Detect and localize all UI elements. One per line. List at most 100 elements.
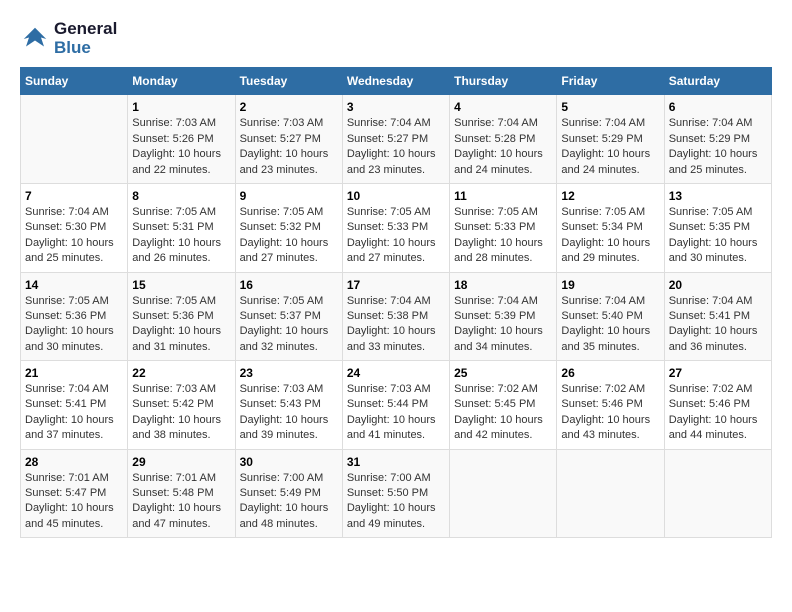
day-number: 14: [25, 278, 123, 292]
calendar-day-cell: 12 Sunrise: 7:05 AMSunset: 5:34 PMDayligh…: [557, 183, 664, 272]
day-info: Sunrise: 7:05 AMSunset: 5:37 PMDaylight:…: [240, 294, 338, 356]
calendar-day-cell: 30 Sunrise: 7:00 AMSunset: 5:49 PMDayligh…: [235, 449, 342, 538]
calendar-week-row: 14 Sunrise: 7:05 AMSunset: 5:36 PMDayligh…: [21, 272, 772, 361]
calendar-day-cell: 7 Sunrise: 7:04 AMSunset: 5:30 PMDaylight…: [21, 183, 128, 272]
calendar-day-cell: 25 Sunrise: 7:02 AMSunset: 5:45 PMDayligh…: [450, 361, 557, 450]
day-number: 12: [561, 189, 659, 203]
day-of-week-header: Monday: [128, 68, 235, 95]
day-info: Sunrise: 7:04 AMSunset: 5:28 PMDaylight:…: [454, 116, 552, 178]
day-number: 1: [132, 100, 230, 114]
day-number: 10: [347, 189, 445, 203]
calendar-day-cell: 3 Sunrise: 7:04 AMSunset: 5:27 PMDaylight…: [342, 95, 449, 184]
day-info: Sunrise: 7:04 AMSunset: 5:30 PMDaylight:…: [25, 205, 123, 267]
day-info: Sunrise: 7:05 AMSunset: 5:32 PMDaylight:…: [240, 205, 338, 267]
logo: General Blue: [20, 20, 117, 57]
day-number: 17: [347, 278, 445, 292]
calendar-day-cell: [450, 449, 557, 538]
calendar-day-cell: 31 Sunrise: 7:00 AMSunset: 5:50 PMDayligh…: [342, 449, 449, 538]
calendar-day-cell: 24Sunrise: 7:03 AMSunset: 5:44 PMDayligh…: [342, 361, 449, 450]
day-number: 27: [669, 366, 767, 380]
day-info: Sunrise: 7:03 AMSunset: 5:27 PMDaylight:…: [240, 116, 338, 178]
calendar-day-cell: 10 Sunrise: 7:05 AMSunset: 5:33 PMDayligh…: [342, 183, 449, 272]
day-info: Sunrise: 7:04 AMSunset: 5:27 PMDaylight:…: [347, 116, 445, 178]
calendar-week-row: 28 Sunrise: 7:01 AMSunset: 5:47 PMDayligh…: [21, 449, 772, 538]
day-number: 5: [561, 100, 659, 114]
day-number: 19: [561, 278, 659, 292]
day-info: Sunrise: 7:04 AMSunset: 5:29 PMDaylight:…: [669, 116, 767, 178]
calendar-day-cell: 14 Sunrise: 7:05 AMSunset: 5:36 PMDayligh…: [21, 272, 128, 361]
day-info: Sunrise: 7:04 AMSunset: 5:38 PMDaylight:…: [347, 294, 445, 356]
day-info: Sunrise: 7:05 AMSunset: 5:33 PMDaylight:…: [454, 205, 552, 267]
day-of-week-header: Tuesday: [235, 68, 342, 95]
calendar-day-cell: 22Sunrise: 7:03 AMSunset: 5:42 PMDayligh…: [128, 361, 235, 450]
calendar-day-cell: 19 Sunrise: 7:04 AMSunset: 5:40 PMDayligh…: [557, 272, 664, 361]
day-number: 15: [132, 278, 230, 292]
day-info: Sunrise: 7:03 AMSunset: 5:42 PMDaylight:…: [132, 382, 230, 444]
day-info: Sunrise: 7:05 AMSunset: 5:34 PMDaylight:…: [561, 205, 659, 267]
day-info: Sunrise: 7:04 AMSunset: 5:39 PMDaylight:…: [454, 294, 552, 356]
day-number: 23: [240, 366, 338, 380]
calendar-day-cell: [664, 449, 771, 538]
day-number: 18: [454, 278, 552, 292]
day-number: 7: [25, 189, 123, 203]
logo-text: General Blue: [54, 20, 117, 57]
calendar-day-cell: 16Sunrise: 7:05 AMSunset: 5:37 PMDayligh…: [235, 272, 342, 361]
calendar-day-cell: 18 Sunrise: 7:04 AMSunset: 5:39 PMDayligh…: [450, 272, 557, 361]
day-of-week-header: Friday: [557, 68, 664, 95]
day-number: 4: [454, 100, 552, 114]
day-number: 29: [132, 455, 230, 469]
calendar-day-cell: [21, 95, 128, 184]
day-number: 2: [240, 100, 338, 114]
day-number: 31: [347, 455, 445, 469]
calendar-day-cell: 5 Sunrise: 7:04 AMSunset: 5:29 PMDaylight…: [557, 95, 664, 184]
calendar-day-cell: 21Sunrise: 7:04 AMSunset: 5:41 PMDayligh…: [21, 361, 128, 450]
day-number: 21: [25, 366, 123, 380]
day-info: Sunrise: 7:00 AMSunset: 5:49 PMDaylight:…: [240, 471, 338, 533]
day-info: Sunrise: 7:02 AMSunset: 5:45 PMDaylight:…: [454, 382, 552, 444]
day-info: Sunrise: 7:03 AMSunset: 5:26 PMDaylight:…: [132, 116, 230, 178]
calendar-header-row: SundayMondayTuesdayWednesdayThursdayFrid…: [21, 68, 772, 95]
calendar-week-row: 21Sunrise: 7:04 AMSunset: 5:41 PMDayligh…: [21, 361, 772, 450]
calendar-day-cell: 1 Sunrise: 7:03 AMSunset: 5:26 PMDaylight…: [128, 95, 235, 184]
calendar-day-cell: 17 Sunrise: 7:04 AMSunset: 5:38 PMDayligh…: [342, 272, 449, 361]
calendar-day-cell: 4 Sunrise: 7:04 AMSunset: 5:28 PMDaylight…: [450, 95, 557, 184]
calendar-day-cell: 8 Sunrise: 7:05 AMSunset: 5:31 PMDaylight…: [128, 183, 235, 272]
calendar-day-cell: 2 Sunrise: 7:03 AMSunset: 5:27 PMDaylight…: [235, 95, 342, 184]
calendar-day-cell: 11Sunrise: 7:05 AMSunset: 5:33 PMDayligh…: [450, 183, 557, 272]
day-info: Sunrise: 7:05 AMSunset: 5:35 PMDaylight:…: [669, 205, 767, 267]
calendar-day-cell: 13 Sunrise: 7:05 AMSunset: 5:35 PMDayligh…: [664, 183, 771, 272]
day-info: Sunrise: 7:02 AMSunset: 5:46 PMDaylight:…: [561, 382, 659, 444]
calendar-day-cell: 27Sunrise: 7:02 AMSunset: 5:46 PMDayligh…: [664, 361, 771, 450]
day-number: 8: [132, 189, 230, 203]
day-number: 26: [561, 366, 659, 380]
day-number: 24: [347, 366, 445, 380]
calendar-day-cell: 20Sunrise: 7:04 AMSunset: 5:41 PMDayligh…: [664, 272, 771, 361]
day-info: Sunrise: 7:01 AMSunset: 5:48 PMDaylight:…: [132, 471, 230, 533]
calendar-day-cell: 26 Sunrise: 7:02 AMSunset: 5:46 PMDayligh…: [557, 361, 664, 450]
day-info: Sunrise: 7:04 AMSunset: 5:29 PMDaylight:…: [561, 116, 659, 178]
day-info: Sunrise: 7:05 AMSunset: 5:33 PMDaylight:…: [347, 205, 445, 267]
day-number: 30: [240, 455, 338, 469]
day-info: Sunrise: 7:04 AMSunset: 5:40 PMDaylight:…: [561, 294, 659, 356]
day-info: Sunrise: 7:00 AMSunset: 5:50 PMDaylight:…: [347, 471, 445, 533]
calendar-day-cell: 6Sunrise: 7:04 AMSunset: 5:29 PMDaylight…: [664, 95, 771, 184]
day-info: Sunrise: 7:01 AMSunset: 5:47 PMDaylight:…: [25, 471, 123, 533]
day-info: Sunrise: 7:04 AMSunset: 5:41 PMDaylight:…: [669, 294, 767, 356]
calendar-week-row: 1 Sunrise: 7:03 AMSunset: 5:26 PMDaylight…: [21, 95, 772, 184]
calendar-day-cell: 9 Sunrise: 7:05 AMSunset: 5:32 PMDaylight…: [235, 183, 342, 272]
calendar-day-cell: 15 Sunrise: 7:05 AMSunset: 5:36 PMDayligh…: [128, 272, 235, 361]
day-number: 28: [25, 455, 123, 469]
calendar-day-cell: [557, 449, 664, 538]
calendar-day-cell: 23 Sunrise: 7:03 AMSunset: 5:43 PMDayligh…: [235, 361, 342, 450]
day-info: Sunrise: 7:05 AMSunset: 5:31 PMDaylight:…: [132, 205, 230, 267]
logo-icon: [20, 24, 50, 54]
day-number: 9: [240, 189, 338, 203]
day-of-week-header: Sunday: [21, 68, 128, 95]
day-number: 25: [454, 366, 552, 380]
day-number: 13: [669, 189, 767, 203]
day-info: Sunrise: 7:03 AMSunset: 5:43 PMDaylight:…: [240, 382, 338, 444]
day-info: Sunrise: 7:05 AMSunset: 5:36 PMDaylight:…: [132, 294, 230, 356]
day-info: Sunrise: 7:05 AMSunset: 5:36 PMDaylight:…: [25, 294, 123, 356]
day-of-week-header: Saturday: [664, 68, 771, 95]
day-number: 3: [347, 100, 445, 114]
